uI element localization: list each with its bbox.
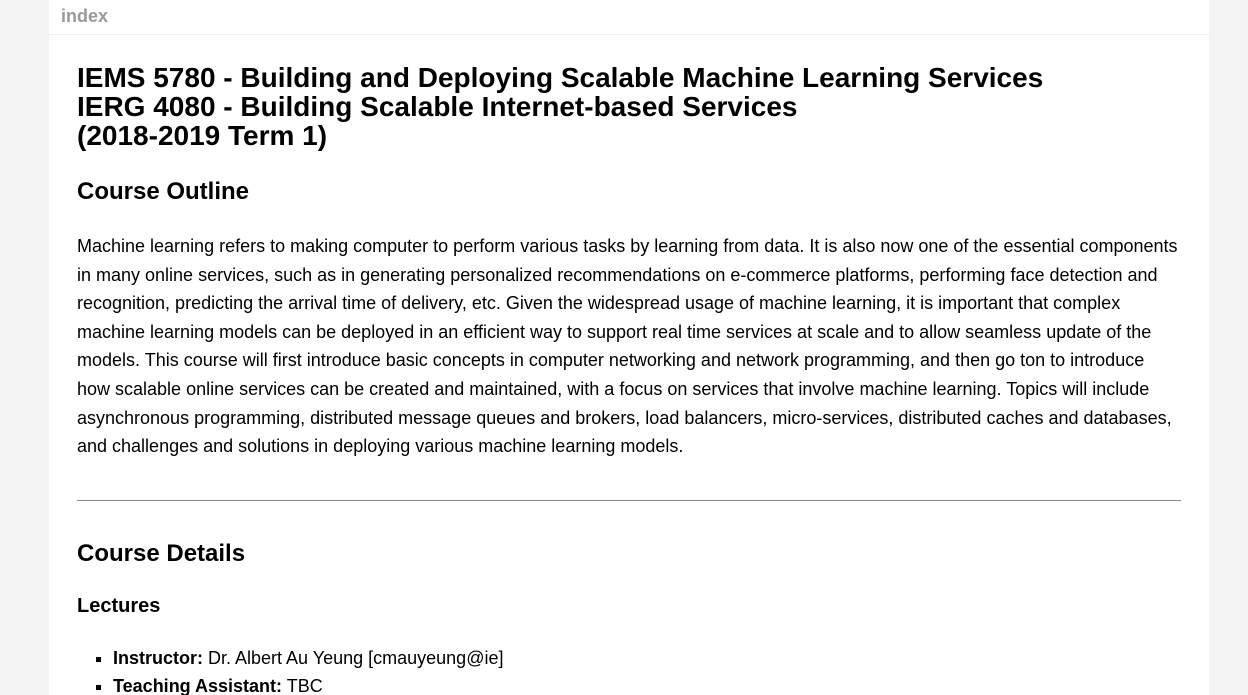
lectures-heading: Lectures <box>77 594 161 617</box>
title-line-term: (2018-2019 Term 1) <box>77 120 328 151</box>
index-link[interactable]: index <box>61 6 108 26</box>
course-details-heading: Course Details <box>77 539 246 567</box>
instructor-label: Instructor: <box>113 647 203 668</box>
section-divider <box>77 499 1181 501</box>
teaching-assistant-value: TBC <box>282 676 323 695</box>
instructor-value: Dr. Albert Au Yeung [cmauyeung@ie] <box>203 647 504 668</box>
top-bar: index <box>49 0 1209 35</box>
course-outline-heading: Course Outline <box>77 178 250 205</box>
list-item-instructor: Instructor: Dr. Albert Au Yeung [cmauyeu… <box>113 644 1181 673</box>
page-title: IEMS 5780 - Building and Deploying Scala… <box>77 63 1181 150</box>
staff-list: Instructor: Dr. Albert Au Yeung [cmauyeu… <box>77 644 1181 695</box>
main-content: IEMS 5780 - Building and Deploying Scala… <box>77 63 1181 695</box>
course-outline-text: Machine learning refers to making comput… <box>77 236 1178 457</box>
title-line-ierg: IERG 4080 - Building Scalable Internet-b… <box>77 91 798 122</box>
title-line-iems: IEMS 5780 - Building and Deploying Scala… <box>77 62 1044 93</box>
list-item-teaching-assistant: Teaching Assistant: TBC <box>113 672 1181 695</box>
teaching-assistant-label: Teaching Assistant: <box>113 676 283 695</box>
page: index IEMS 5780 - Building and Deploying… <box>49 0 1209 695</box>
